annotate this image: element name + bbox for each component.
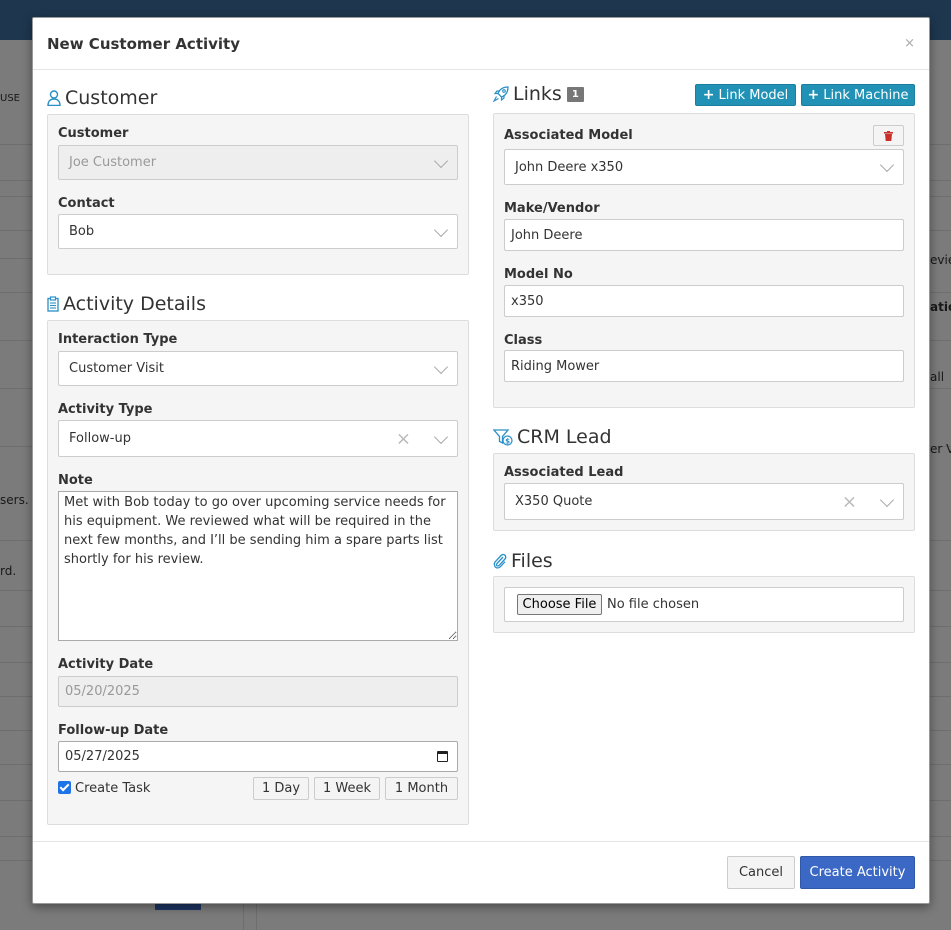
files-section-header: Files bbox=[493, 550, 553, 572]
followup-date-label: Follow-up Date bbox=[58, 723, 169, 738]
model-no-label: Model No bbox=[504, 267, 573, 282]
contact-select[interactable]: Bob bbox=[58, 214, 458, 249]
activity-date-value: 05/20/2025 bbox=[65, 684, 140, 699]
one-month-button[interactable]: 1 Month bbox=[385, 777, 458, 800]
plus-icon: + bbox=[702, 87, 715, 103]
chevron-down-icon bbox=[433, 222, 449, 237]
plus-icon: + bbox=[807, 87, 820, 103]
modal-header: New Customer Activity × bbox=[33, 18, 929, 70]
chevron-down-icon bbox=[879, 492, 895, 507]
class-value: Riding Mower bbox=[511, 358, 600, 374]
contact-label: Contact bbox=[58, 196, 115, 211]
associated-model-select[interactable]: John Deere x350 bbox=[504, 149, 904, 185]
customer-select[interactable]: Joe Customer bbox=[58, 145, 458, 180]
crm-section-header: $ CRM Lead bbox=[493, 426, 612, 448]
make-vendor-label: Make/Vendor bbox=[504, 201, 600, 216]
paperclip-icon bbox=[493, 553, 507, 569]
trash-icon bbox=[884, 130, 893, 141]
one-day-button[interactable]: 1 Day bbox=[253, 777, 309, 800]
no-file-text: No file chosen bbox=[607, 597, 700, 612]
make-vendor-input[interactable]: John Deere bbox=[504, 219, 904, 251]
calendar-icon[interactable] bbox=[437, 751, 448, 762]
note-label: Note bbox=[58, 473, 93, 488]
interaction-type-label: Interaction Type bbox=[58, 332, 178, 347]
cancel-button[interactable]: Cancel bbox=[727, 856, 795, 889]
chevron-down-icon bbox=[433, 153, 449, 168]
activity-type-select[interactable]: Follow-up × bbox=[58, 420, 458, 457]
link-machine-button[interactable]: + Link Machine bbox=[801, 84, 915, 106]
clear-icon[interactable]: × bbox=[842, 491, 857, 512]
associated-lead-value: X350 Quote bbox=[515, 494, 593, 509]
links-count-badge: 1 bbox=[566, 86, 584, 102]
link-model-label: Link Model bbox=[718, 87, 789, 103]
followup-date-input[interactable]: 05/27/2025 bbox=[58, 741, 458, 772]
class-input[interactable]: Riding Mower bbox=[504, 350, 904, 382]
crm-section-title: CRM Lead bbox=[517, 426, 612, 448]
clipboard-icon bbox=[47, 296, 59, 312]
links-section-header: Links 1 bbox=[493, 83, 584, 105]
create-task-checkbox[interactable] bbox=[58, 781, 71, 794]
interaction-type-select[interactable]: Customer Visit bbox=[58, 351, 458, 386]
choose-file-button[interactable]: Choose File bbox=[517, 594, 602, 615]
activity-section-header: Activity Details bbox=[47, 293, 206, 315]
associated-lead-select[interactable]: X350 Quote × bbox=[504, 483, 904, 520]
chevron-down-icon bbox=[433, 359, 449, 374]
clear-icon[interactable]: × bbox=[396, 428, 411, 449]
activity-date-label: Activity Date bbox=[58, 657, 154, 672]
activity-date-input: 05/20/2025 bbox=[58, 676, 458, 707]
link-machine-label: Link Machine bbox=[823, 87, 909, 103]
user-icon bbox=[47, 90, 61, 106]
close-icon[interactable]: × bbox=[904, 37, 915, 51]
modal-title: New Customer Activity bbox=[47, 35, 241, 53]
one-week-button[interactable]: 1 Week bbox=[314, 777, 380, 800]
associated-lead-label: Associated Lead bbox=[504, 465, 624, 480]
contact-select-value: Bob bbox=[69, 224, 95, 239]
associated-model-value: John Deere x350 bbox=[515, 159, 624, 175]
svg-text:$: $ bbox=[505, 437, 510, 445]
customer-select-value: Joe Customer bbox=[69, 155, 157, 170]
activity-section-title: Activity Details bbox=[63, 293, 206, 315]
files-section-title: Files bbox=[511, 550, 553, 572]
class-label: Class bbox=[504, 333, 543, 348]
rocket-icon bbox=[493, 86, 509, 102]
interaction-type-value: Customer Visit bbox=[69, 361, 164, 376]
note-textarea[interactable]: Met with Bob today to go over upcoming s… bbox=[58, 491, 458, 641]
create-task-label[interactable]: Create Task bbox=[75, 781, 150, 796]
followup-date-value: 05/27/2025 bbox=[65, 749, 140, 764]
customer-section-title: Customer bbox=[65, 87, 158, 109]
model-no-value: x350 bbox=[511, 293, 544, 309]
create-activity-button[interactable]: Create Activity bbox=[800, 856, 915, 889]
customer-section-header: Customer bbox=[47, 87, 157, 109]
associated-model-label: Associated Model bbox=[504, 128, 633, 143]
filter-dollar-icon: $ bbox=[493, 428, 513, 446]
activity-type-label: Activity Type bbox=[58, 402, 153, 417]
chevron-down-icon bbox=[879, 157, 895, 173]
customer-label: Customer bbox=[58, 126, 129, 141]
make-vendor-value: John Deere bbox=[511, 227, 583, 243]
remove-link-button[interactable] bbox=[873, 125, 904, 146]
chevron-down-icon bbox=[433, 429, 449, 444]
model-no-input[interactable]: x350 bbox=[504, 285, 904, 317]
links-section-title: Links bbox=[513, 83, 562, 105]
activity-type-value: Follow-up bbox=[69, 431, 131, 446]
link-model-button[interactable]: + Link Model bbox=[695, 84, 796, 106]
